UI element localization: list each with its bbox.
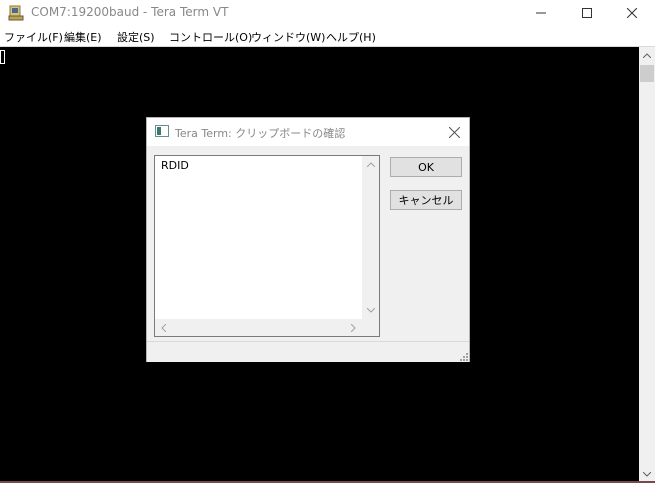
clipboard-text: RDID	[161, 159, 189, 172]
chevron-right-icon	[351, 323, 356, 332]
terminal-cursor	[0, 50, 5, 64]
ok-button[interactable]: OK	[390, 157, 462, 177]
menu-edit[interactable]: 編集(E)	[64, 29, 102, 45]
window-titlebar[interactable]: COM7:19200baud - Tera Term VT	[0, 0, 655, 26]
text-scroll-left-button[interactable]	[155, 319, 172, 336]
menu-window[interactable]: ウィンドウ(W)	[251, 29, 325, 45]
menu-control[interactable]: コントロール(O)	[169, 29, 252, 45]
close-button[interactable]	[609, 0, 655, 26]
maximize-icon	[582, 8, 592, 18]
terminal-scrollbar[interactable]	[639, 47, 655, 483]
dialog-titlebar[interactable]: Tera Term: クリップボードの確認	[147, 118, 469, 146]
text-scroll-down-button[interactable]	[362, 302, 379, 319]
scroll-thumb[interactable]	[640, 65, 654, 82]
chevron-up-icon	[643, 53, 651, 58]
scroll-up-button[interactable]	[639, 47, 655, 64]
menu-bar: ファイル(F) 編集(E) 設定(S) コントロール(O) ウィンドウ(W) ヘ…	[0, 26, 655, 46]
window-title: COM7:19200baud - Tera Term VT	[31, 5, 229, 19]
menu-file[interactable]: ファイル(F)	[4, 29, 63, 45]
cancel-button[interactable]: キャンセル	[390, 190, 462, 210]
menu-setup[interactable]: 設定(S)	[117, 29, 155, 45]
chevron-left-icon	[161, 323, 166, 332]
dialog-title: Tera Term: クリップボードの確認	[175, 127, 346, 140]
close-icon	[448, 126, 460, 138]
chevron-up-icon	[366, 162, 375, 167]
scrollbar-corner	[362, 319, 379, 336]
close-icon	[627, 8, 637, 18]
text-scroll-right-button[interactable]	[345, 319, 362, 336]
clipboard-confirm-dialog: Tera Term: クリップボードの確認 RDID OK キャンセル	[146, 117, 470, 362]
dialog-app-icon	[155, 125, 169, 137]
minimize-button[interactable]	[518, 0, 564, 26]
chevron-down-icon	[366, 308, 375, 313]
maximize-button[interactable]	[564, 0, 610, 26]
tera-term-app-icon	[8, 5, 24, 21]
chevron-down-icon	[643, 472, 651, 477]
dialog-statusbar	[147, 341, 469, 362]
text-field-hscrollbar[interactable]	[155, 319, 362, 336]
dialog-close-button[interactable]	[445, 123, 463, 141]
minimize-icon	[536, 12, 546, 14]
menu-help[interactable]: ヘルプ(H)	[326, 29, 376, 45]
text-scroll-up-button[interactable]	[362, 156, 379, 173]
resize-grip-icon[interactable]	[458, 351, 468, 361]
text-field-vscrollbar[interactable]	[362, 156, 379, 319]
clipboard-text-field[interactable]: RDID	[154, 155, 380, 337]
